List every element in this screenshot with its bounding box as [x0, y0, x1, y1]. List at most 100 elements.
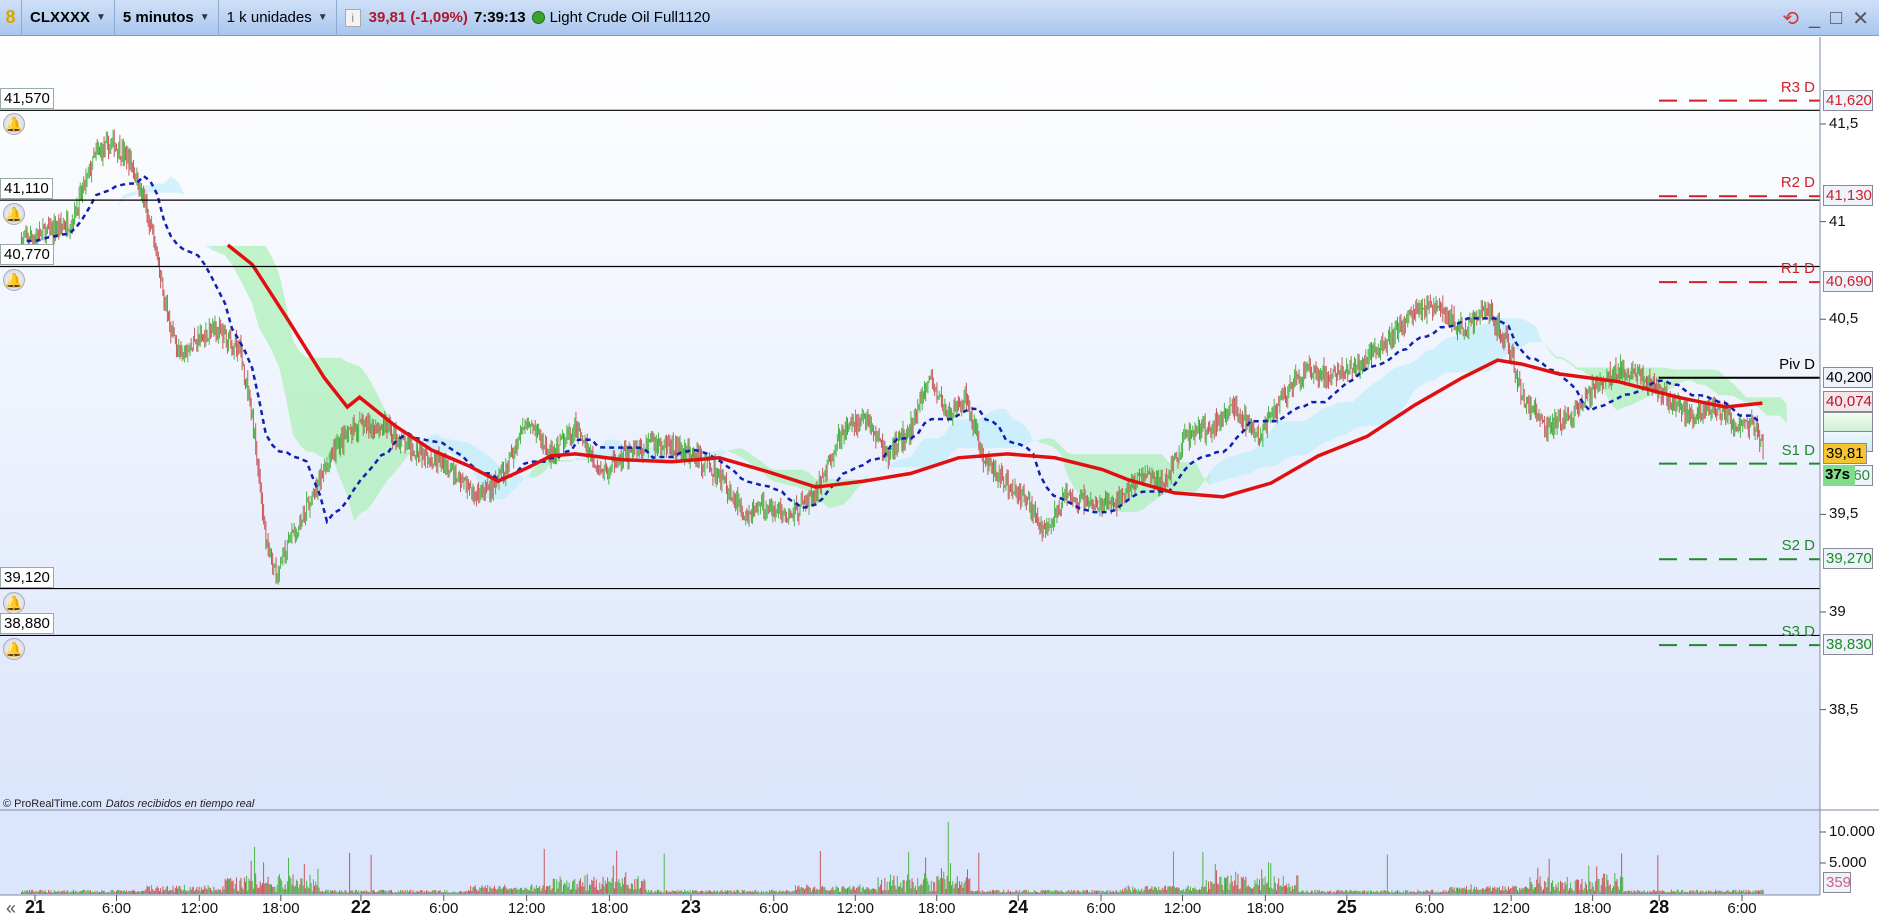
units-selector[interactable]: 1 k unidades ▼: [219, 0, 337, 36]
refresh-icon[interactable]: ⟲: [1782, 6, 1799, 31]
ichimoku-cloud-segment: [354, 364, 361, 522]
realtime-status-icon: [531, 11, 545, 24]
time-tick-label: 28: [1649, 897, 1670, 917]
chart-area[interactable]: 41,570 🔔 41,110 🔔 40,770 🔔 39,120 🔔 38,880 🔔 R3 D4…: [0, 37, 1879, 919]
time-tick-label: 18:00: [1246, 900, 1285, 917]
price-tick-label: 41: [1829, 212, 1846, 230]
ichimoku-cloud-segment: [1474, 325, 1482, 372]
alert-price-label[interactable]: 41,110: [0, 178, 53, 200]
ichimoku-cloud-segment: [306, 357, 314, 452]
minimize-icon[interactable]: _: [1809, 7, 1820, 30]
pivot-name: S2 D: [1781, 537, 1815, 555]
alert-price-label[interactable]: 38,880: [0, 613, 54, 635]
info-icon[interactable]: i: [344, 8, 361, 27]
ichimoku-cloud-segment: [965, 419, 973, 448]
time-tick-label: 12:00: [836, 900, 874, 917]
data-status: Datos recibidos en tiempo real: [105, 798, 255, 810]
pivot-name: Piv D: [1779, 355, 1815, 373]
ichimoku-cloud-segment: [1318, 407, 1326, 447]
ichimoku-cloud-segment: [326, 357, 334, 462]
ichimoku-cloud-segment: [272, 258, 280, 369]
ichimoku-cloud-segment: [367, 376, 375, 510]
ichimoku-cloud-segment: [1338, 402, 1346, 436]
price-tick-label: 39,5: [1829, 505, 1859, 523]
ichimoku-cloud-segment: [1766, 397, 1774, 416]
bell-icon[interactable]: 🔔: [3, 203, 25, 226]
close-icon[interactable]: ✕: [1852, 6, 1869, 31]
ichimoku-cloud-segment: [360, 367, 368, 513]
timeframe-selector[interactable]: 5 minutos ▼: [115, 0, 219, 36]
scroll-back-button[interactable]: «: [6, 898, 16, 919]
ichimoku-cloud-segment: [1291, 421, 1298, 457]
ichimoku-cloud-segment: [1359, 389, 1366, 428]
time-tick-label: 18:00: [917, 900, 956, 917]
ichimoku-cloud-segment: [924, 438, 932, 468]
ichimoku-cloud-segment: [1304, 416, 1312, 456]
ichimoku-cloud-segment: [299, 351, 307, 452]
window-controls: ⟲ _ □ ✕: [1782, 0, 1869, 36]
chart-canvas[interactable]: [0, 37, 1879, 919]
timeframe-label: 5 minutos: [122, 9, 194, 26]
instrument-label: CLXXXX: [30, 9, 91, 26]
ichimoku-cloud-segment: [293, 340, 300, 446]
volume-tick-label: 10.000: [1829, 823, 1875, 840]
ichimoku-cloud-segment: [1243, 452, 1251, 474]
quote-time: 7:39:13: [473, 9, 526, 26]
pivot-name: R2 D: [1780, 174, 1815, 192]
quote-info: i 39,81 (-1,09%) 7:39:13 Light Crude Oil…: [337, 0, 719, 36]
ichimoku-cloud-segment: [1440, 337, 1448, 376]
pivot-value: 39,270: [1823, 548, 1873, 570]
alert-price-label[interactable]: 41,570: [0, 88, 54, 110]
ichimoku-cloud-segment: [1311, 411, 1319, 452]
time-tick-label: 24: [1008, 897, 1029, 917]
ichimoku-cloud-segment: [1230, 455, 1237, 479]
link-chain-icon[interactable]: 8: [0, 0, 22, 36]
last-price: 39,81 (-1,09%): [368, 9, 468, 26]
ichimoku-cloud-segment: [1223, 456, 1231, 481]
ichimoku-cloud-segment: [1189, 462, 1197, 492]
instrument-description: Light Crude Oil Full1120: [549, 9, 711, 26]
pivot-value: 40,200: [1823, 366, 1873, 388]
bar-countdown: 37s: [1823, 464, 1855, 486]
pivot-value: 41,620: [1823, 89, 1873, 111]
copyright-text: © ProRealTime.com: [3, 798, 102, 810]
price-tick-label: 40,5: [1829, 310, 1859, 328]
alert-price-label[interactable]: 39,120: [0, 566, 54, 588]
ichimoku-cloud-segment: [1773, 396, 1781, 416]
ichimoku-cloud-segment: [1325, 406, 1332, 443]
bell-icon[interactable]: 🔔: [3, 591, 25, 614]
ichimoku-cloud-segment: [1522, 318, 1529, 348]
time-tick-label: 6:00: [1727, 900, 1757, 917]
ichimoku-cloud-segment: [1684, 369, 1692, 381]
ichimoku-cloud-segment: [1426, 349, 1434, 382]
pivot-name: S3 D: [1781, 623, 1815, 641]
time-tick-label: 12:00: [1163, 900, 1202, 917]
chevron-down-icon: ▼: [96, 12, 106, 23]
time-tick-label: 21: [24, 897, 46, 917]
time-tick-label: 22: [350, 897, 371, 917]
ichimoku-cloud-segment: [1386, 369, 1393, 423]
pivot-name: S1 D: [1781, 441, 1815, 459]
ichimoku-cloud-segment: [259, 245, 266, 340]
ichimoku-cloud-segment: [1420, 350, 1427, 387]
volume-tick-label: 5.000: [1829, 854, 1867, 871]
ichimoku-cloud-segment: [1365, 383, 1373, 426]
time-tick-label: 18:00: [262, 900, 300, 917]
ichimoku-cloud-segment: [992, 408, 1000, 448]
instrument-selector[interactable]: CLXXXX ▼: [22, 0, 115, 36]
last-volume-label: 359: [1823, 871, 1851, 893]
time-tick-label: 12:00: [1492, 900, 1530, 917]
alert-price-label[interactable]: 40,770: [0, 244, 54, 266]
ichimoku-cloud-segment: [265, 245, 273, 353]
ichimoku-cloud-segment: [1413, 356, 1421, 392]
time-tick-label: 12:00: [180, 900, 219, 917]
ichimoku-cloud-segment: [1447, 336, 1455, 373]
last-price-label: 39,81: [1823, 442, 1867, 464]
ma-value-label: 40,074: [1823, 391, 1873, 413]
chevron-down-icon: ▼: [199, 12, 210, 23]
time-tick-label: 6:00: [1086, 900, 1116, 917]
time-tick-label: 23: [680, 897, 701, 917]
maximize-icon[interactable]: □: [1830, 7, 1842, 30]
ichimoku-cloud-segment: [374, 388, 382, 501]
ichimoku-cloud-segment: [578, 458, 585, 461]
